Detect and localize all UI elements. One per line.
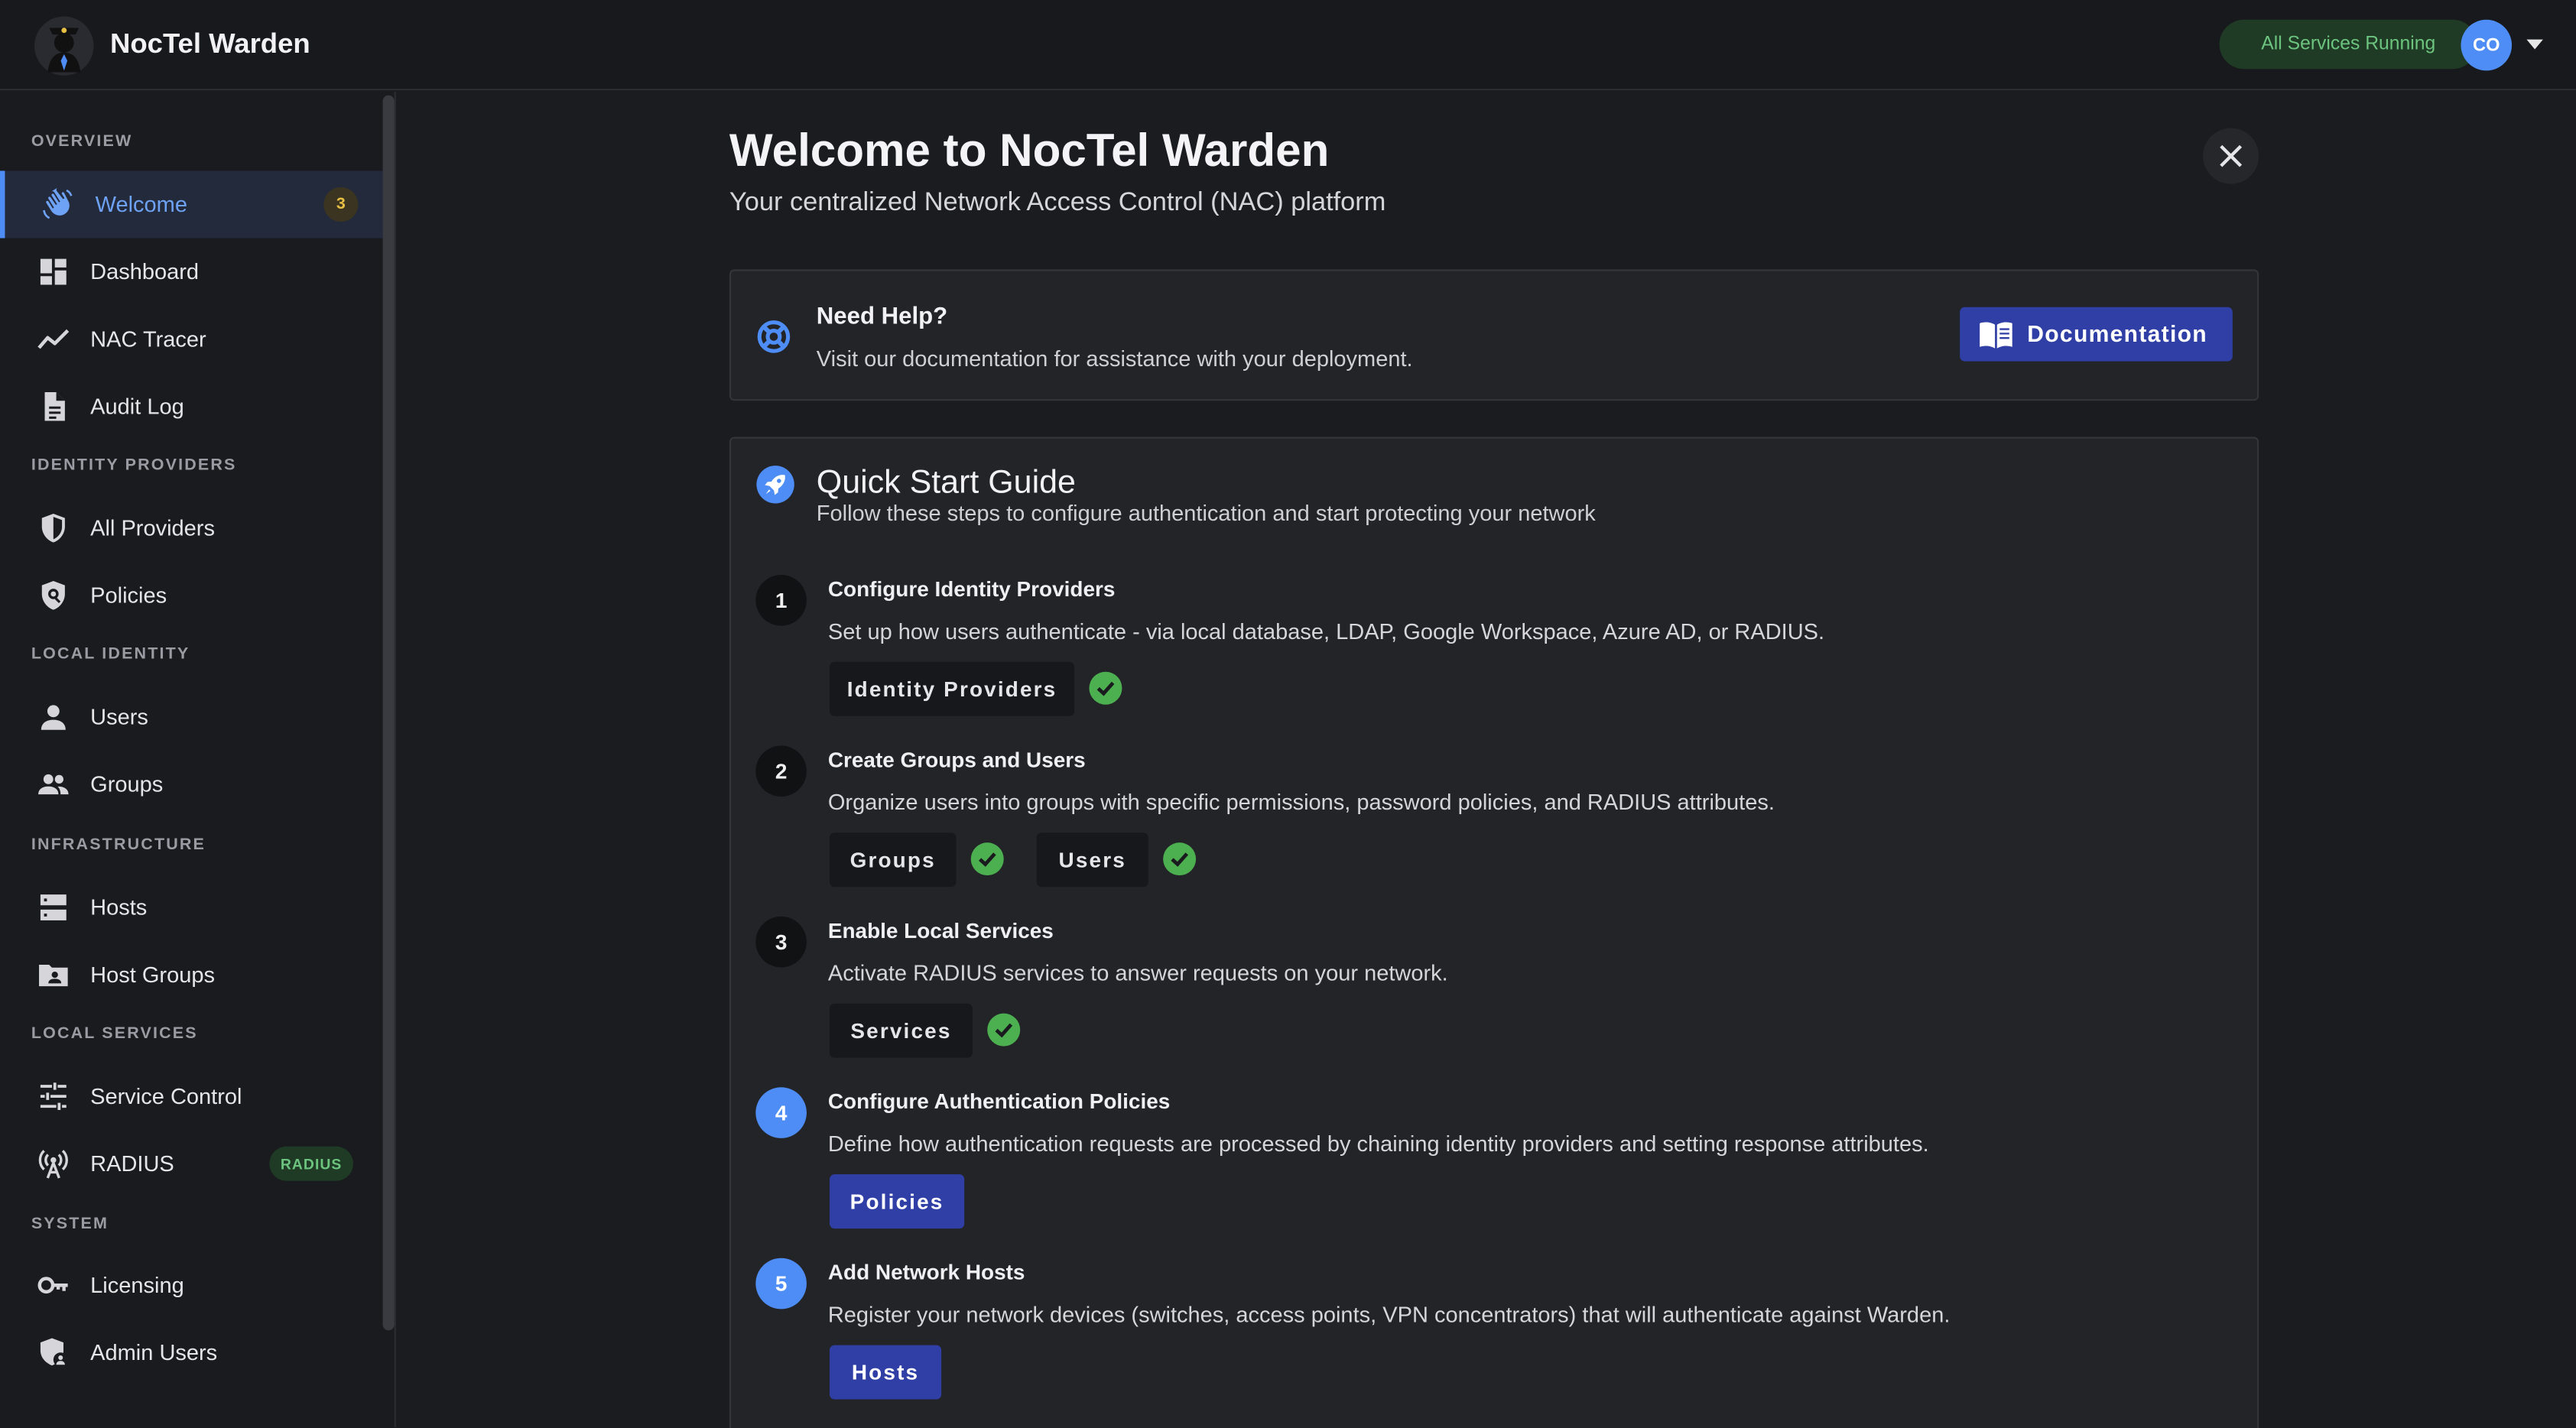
policy-shield-icon <box>41 581 65 610</box>
step-description: Organize users into groups with specific… <box>827 790 1775 815</box>
step-title: Configure Identity Providers <box>827 576 1116 602</box>
step-description: Set up how users authenticate - via loca… <box>827 618 1825 644</box>
sidebar-item-label: Hosts <box>90 894 148 920</box>
step-number-badge: 3 <box>755 916 807 968</box>
sidebar-item-label: Users <box>90 704 148 729</box>
account-menu-caret-icon[interactable] <box>2526 39 2543 50</box>
sidebar-item-audit-log[interactable]: Audit Log <box>0 373 383 440</box>
sidebar-item-licensing[interactable]: Licensing <box>0 1251 383 1319</box>
sidebar-item-host-groups[interactable]: Host Groups <box>0 941 383 1008</box>
person-icon <box>41 705 66 730</box>
check-circle-icon <box>987 1013 1021 1047</box>
main-content: Welcome to NocTel Warden Your centralize… <box>398 92 2576 1428</box>
sidebar: OVERVIEW Welcome 3 Dashboard NAC Tracer … <box>0 92 396 1428</box>
sidebar-item-label: Audit Log <box>90 394 184 419</box>
check-circle-icon <box>1163 842 1197 876</box>
quick-start-title: Quick Start Guide <box>816 465 1076 501</box>
quick-start-subtitle: Follow these steps to configure authenti… <box>816 501 1596 526</box>
folder-person-icon <box>39 964 68 987</box>
key-icon <box>37 1277 68 1294</box>
sliders-icon <box>40 1082 67 1110</box>
step-description: Define how authentication requests are p… <box>827 1131 1929 1157</box>
step-number-badge-current: 4 <box>755 1087 807 1138</box>
rocket-icon <box>756 466 794 504</box>
identity-providers-button[interactable]: Identity Providers <box>829 661 1075 716</box>
section-local-identity: LOCAL IDENTITY <box>31 645 190 664</box>
step-title: Configure Authentication Policies <box>827 1089 1171 1114</box>
sidebar-item-nac-tracer[interactable]: NAC Tracer <box>0 306 383 373</box>
sidebar-item-label: NAC Tracer <box>90 326 206 352</box>
sidebar-item-label: Licensing <box>90 1273 184 1298</box>
sidebar-item-label: Host Groups <box>90 962 215 988</box>
quick-start-card: Quick Start Guide Follow these steps to … <box>729 437 2259 1428</box>
top-bar: NocTel Warden All Services Running CO <box>0 0 2576 91</box>
step-number-badge-current: 5 <box>755 1258 807 1310</box>
people-icon <box>38 774 69 795</box>
sidebar-item-radius[interactable]: RADIUS RADIUS <box>0 1130 383 1197</box>
user-avatar[interactable]: CO <box>2461 19 2513 71</box>
sidebar-item-admin-users[interactable]: Admin Users <box>0 1319 383 1386</box>
radius-badge: RADIUS <box>269 1146 353 1181</box>
check-circle-icon <box>1089 671 1122 705</box>
step-title: Enable Local Services <box>827 918 1054 943</box>
sidebar-item-label: Admin Users <box>90 1340 218 1365</box>
trend-line-icon <box>37 329 70 349</box>
step-title: Add Network Hosts <box>827 1259 1025 1285</box>
step-number-badge: 1 <box>755 574 807 626</box>
section-infrastructure: INFRASTRUCTURE <box>31 836 206 855</box>
sidebar-item-all-providers[interactable]: All Providers <box>0 495 383 562</box>
step-description: Register your network devices (switches,… <box>827 1302 1951 1327</box>
section-overview: OVERVIEW <box>31 133 133 151</box>
step-title: Create Groups and Users <box>827 747 1086 772</box>
help-card: Need Help? Visit our documentation for a… <box>729 269 2259 401</box>
dashboard-icon <box>40 258 67 285</box>
policies-button[interactable]: Policies <box>829 1174 965 1229</box>
sidebar-item-label: All Providers <box>90 515 215 540</box>
check-circle-icon <box>970 842 1004 876</box>
sidebar-item-label: Dashboard <box>90 259 200 284</box>
server-icon <box>40 894 67 920</box>
sidebar-item-policies[interactable]: Policies <box>0 562 383 629</box>
documentation-button[interactable]: Documentation <box>1960 307 2233 362</box>
sidebar-item-users[interactable]: Users <box>0 683 383 751</box>
sidebar-item-dashboard[interactable]: Dashboard <box>0 239 383 306</box>
app-title: NocTel Warden <box>109 28 310 60</box>
groups-button[interactable]: Groups <box>829 832 957 888</box>
services-status-badge[interactable]: All Services Running <box>2219 19 2477 70</box>
sidebar-item-welcome[interactable]: Welcome 3 <box>0 170 383 239</box>
step-description: Activate RADIUS services to answer reque… <box>827 960 1448 986</box>
help-text: Visit our documentation for assistance w… <box>816 346 1413 372</box>
page-subtitle: Your centralized Network Access Control … <box>729 189 1386 217</box>
section-identity-providers: IDENTITY PROVIDERS <box>31 456 237 475</box>
sidebar-item-label: Welcome <box>95 192 187 217</box>
lifebuoy-icon <box>757 320 791 353</box>
page-title: Welcome to NocTel Warden <box>729 125 1330 176</box>
close-icon <box>2220 144 2243 167</box>
sidebar-item-service-control[interactable]: Service Control <box>0 1063 383 1130</box>
book-icon <box>1980 322 2012 349</box>
sidebar-scrollbar[interactable] <box>382 95 395 1331</box>
sidebar-item-label: RADIUS <box>90 1151 174 1176</box>
hosts-button[interactable]: Hosts <box>829 1345 942 1400</box>
warden-logo-icon <box>34 16 94 76</box>
antenna-icon <box>38 1150 68 1179</box>
wave-hand-icon <box>43 187 73 219</box>
document-icon <box>44 391 65 421</box>
documentation-button-label: Documentation <box>2027 320 2207 347</box>
shield-icon <box>41 513 65 543</box>
help-title: Need Help? <box>816 303 948 330</box>
admin-user-icon <box>40 1338 68 1368</box>
close-button[interactable] <box>2203 128 2259 184</box>
sidebar-item-label: Service Control <box>90 1084 242 1109</box>
sidebar-item-groups[interactable]: Groups <box>0 751 383 818</box>
welcome-count-badge: 3 <box>323 187 359 222</box>
section-local-services: LOCAL SERVICES <box>31 1024 198 1043</box>
services-button[interactable]: Services <box>829 1003 973 1058</box>
users-button[interactable]: Users <box>1036 832 1148 888</box>
sidebar-item-hosts[interactable]: Hosts <box>0 874 383 941</box>
sidebar-item-label: Groups <box>90 771 164 797</box>
section-system: SYSTEM <box>31 1215 109 1234</box>
step-number-badge: 2 <box>755 745 807 797</box>
sidebar-item-label: Policies <box>90 583 167 608</box>
